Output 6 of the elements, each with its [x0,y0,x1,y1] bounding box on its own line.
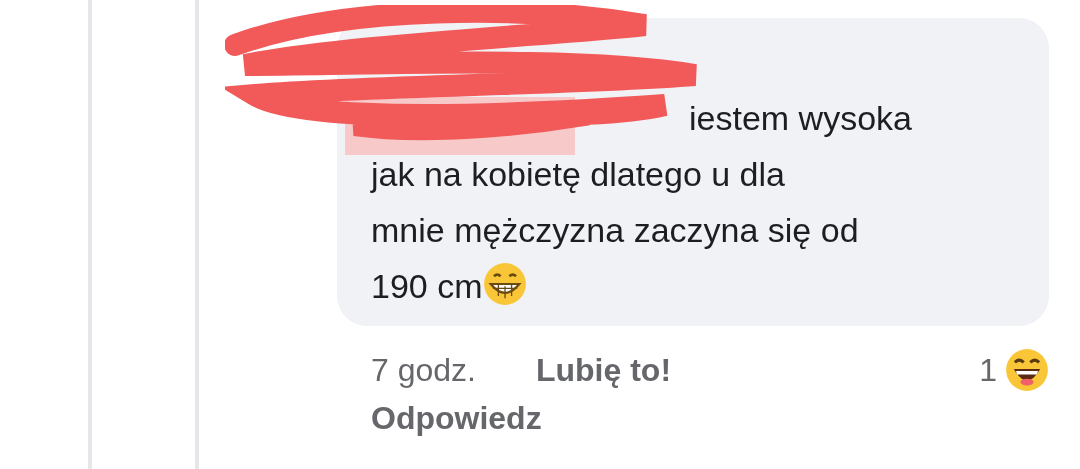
like-link[interactable]: Lubię to! [535,351,672,389]
laughing-face-icon[interactable] [1005,348,1049,392]
comment-time: 7 godz. [371,351,476,389]
reply-link[interactable]: Odpowiedz [337,392,1049,437]
comment-text: iestem wysoka jak na kobietę dlatego u dla mnie mężczyzna zaczyna się od 190 cm [371,98,913,308]
reaction-count: 1 [979,351,997,389]
